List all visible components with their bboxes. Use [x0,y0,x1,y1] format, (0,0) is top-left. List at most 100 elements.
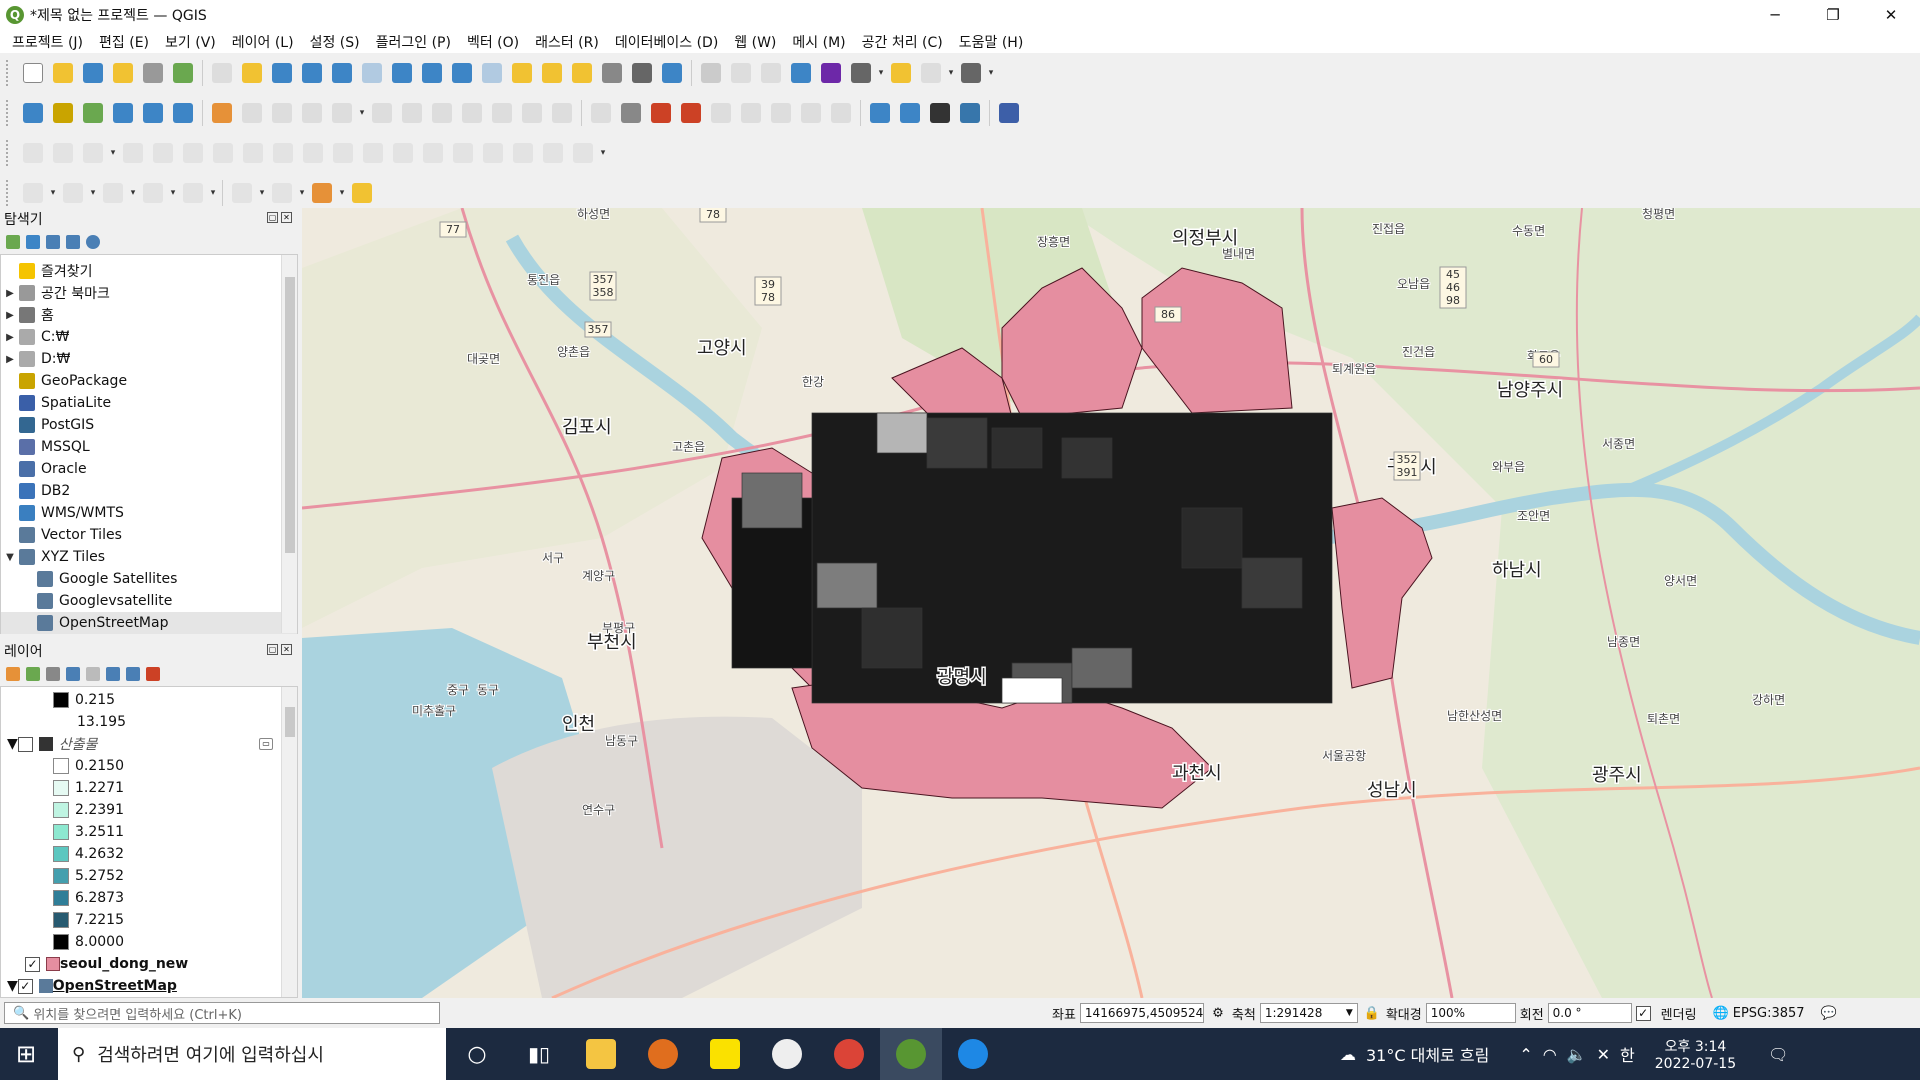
rotate-feature-icon[interactable] [78,138,108,168]
temporal-icon[interactable] [627,58,657,88]
zoom-next-icon[interactable] [477,58,507,88]
browser-item[interactable]: MSSQL [1,436,297,458]
data-source-manager-icon[interactable] [18,98,48,128]
app-icon[interactable] [756,1028,818,1080]
zoom-out-icon[interactable] [297,58,327,88]
select-features-icon[interactable] [227,178,257,208]
ellipse-icon[interactable] [98,178,128,208]
merge-features-icon[interactable] [418,138,448,168]
magnifier-spinbox[interactable]: 100% [1425,1003,1516,1023]
add-vector-icon[interactable] [78,98,108,128]
crs-globe-icon[interactable]: 🌐 [1713,1006,1729,1021]
layout-manager-icon[interactable] [138,58,168,88]
text-annotation-icon[interactable] [956,58,986,88]
remove-layer-icon[interactable] [146,667,160,681]
change-label-icon[interactable] [766,98,796,128]
render-checkbox[interactable]: ✓ [1635,1005,1651,1021]
menu-item[interactable]: 레이어 (L) [224,32,302,52]
expand-all-icon[interactable] [106,667,120,681]
windows-start-icon[interactable]: ⊞ [0,1028,52,1080]
new-print-layout-icon[interactable] [108,58,138,88]
cut-features-icon[interactable] [427,98,457,128]
rectangle-icon[interactable] [138,178,168,208]
offset-point-icon[interactable] [508,138,538,168]
dropdown-arrow-icon[interactable]: ▾ [88,188,98,198]
float-panel-button[interactable]: ▢ [267,644,278,655]
menu-item[interactable]: 편집 (E) [91,32,157,52]
globe-add-icon[interactable] [895,98,925,128]
save-project-icon[interactable] [78,58,108,88]
offset-curve-icon[interactable] [328,138,358,168]
browser-item[interactable]: WMS/WMTS [1,502,297,524]
globe-icon[interactable] [865,98,895,128]
xyz-tile-item[interactable]: OpenStreetMap [1,612,297,634]
menu-item[interactable]: 공간 처리 (C) [854,32,951,52]
digitize-icon[interactable] [108,98,138,128]
map-canvas[interactable]: 의정부시고양시김포시남양주시구리시하남시부천시인천광명시과천시성남시광주시하성면… [302,208,1920,998]
ime-indicator[interactable]: 한 [1620,1042,1635,1066]
float-panel-button[interactable]: ▢ [267,212,278,223]
browser-scrollbar[interactable] [281,255,297,633]
new-geopackage-icon[interactable] [48,98,78,128]
add-spatialite-icon[interactable] [138,98,168,128]
python-icon[interactable] [955,98,985,128]
expression-filter-icon[interactable] [86,667,100,681]
browser-item[interactable]: SpatiaLite [1,392,297,414]
map-svg[interactable]: 의정부시고양시김포시남양주시구리시하남시부천시인천광명시과천시성남시광주시하성면… [302,208,1920,998]
collapse-all-icon[interactable] [66,235,80,249]
rotate-symbol-icon[interactable] [478,138,508,168]
browser-item[interactable]: DB2 [1,480,297,502]
toolbar-grip[interactable] [6,180,12,206]
clock[interactable]: 오후 3:14 2022-07-15 [1655,1036,1736,1072]
show-hide-label-icon[interactable] [796,98,826,128]
reverse-line-icon[interactable] [568,138,598,168]
copy-features-icon[interactable] [457,98,487,128]
virtual-layer-icon[interactable] [168,98,198,128]
dropdown-arrow-icon[interactable]: ▾ [128,188,138,198]
expand-arrow-icon[interactable]: ▼ [1,552,19,563]
new-map-view-icon[interactable] [507,58,537,88]
expand-arrow-icon[interactable]: ▶ [1,354,19,365]
abc-highlight-icon[interactable] [676,98,706,128]
split-features-icon[interactable] [358,138,388,168]
xyz-tile-item[interactable]: Googlevsatellite [1,590,297,612]
dropdown-arrow-icon[interactable]: ▾ [876,68,886,78]
polygon-icon[interactable] [178,178,208,208]
undo-icon[interactable] [517,98,547,128]
kakaotalk-icon[interactable] [694,1028,756,1080]
select-icon[interactable] [916,58,946,88]
modify-attributes-icon[interactable] [367,98,397,128]
new-project-icon[interactable] [18,58,48,88]
browser-item[interactable]: PostGIS [1,414,297,436]
basemap-layer-row[interactable]: ▼ ✓ OpenStreetMap [1,975,297,997]
volume-icon[interactable]: 🔈 [1567,1045,1587,1064]
zoom-last-icon[interactable] [447,58,477,88]
pin-labels-icon[interactable] [616,98,646,128]
split-parts-icon[interactable] [388,138,418,168]
pan-to-selection-icon[interactable] [237,58,267,88]
style-manager-icon[interactable] [168,58,198,88]
browser-item[interactable]: ▶ D:₩ [1,348,297,370]
menu-item[interactable]: 데이터베이스 (D) [607,32,726,52]
snapping-icon[interactable] [48,138,78,168]
label-settings-icon[interactable] [826,98,856,128]
delete-selected-icon[interactable] [397,98,427,128]
app-icon[interactable] [632,1028,694,1080]
trim-extend-icon[interactable] [538,138,568,168]
dropdown-arrow-icon[interactable]: ▾ [48,188,58,198]
expand-arrow-icon[interactable]: ▶ [1,310,19,321]
expand-arrow-icon[interactable]: ▶ [1,332,19,343]
browser-item[interactable]: GeoPackage [1,370,297,392]
taskbar-search-input[interactable]: ⚲ 검색하려면 여기에 입력하십시 [58,1028,446,1080]
toolbar-grip[interactable] [6,100,12,126]
refresh-icon[interactable] [657,58,687,88]
maximize-button[interactable]: ❐ [1804,0,1862,30]
close-icon[interactable]: ✕ [1597,1045,1610,1064]
tray-chevron-icon[interactable]: ⌃ [1519,1045,1532,1064]
browser-item[interactable]: ▶ 공간 북마크 [1,282,297,304]
fill-ring-icon[interactable] [208,138,238,168]
layer-visibility-checkbox[interactable]: ✓ [17,978,33,994]
statistics-icon[interactable] [816,58,846,88]
add-group-icon[interactable] [26,667,40,681]
menu-item[interactable]: 래스터 (R) [527,32,607,52]
